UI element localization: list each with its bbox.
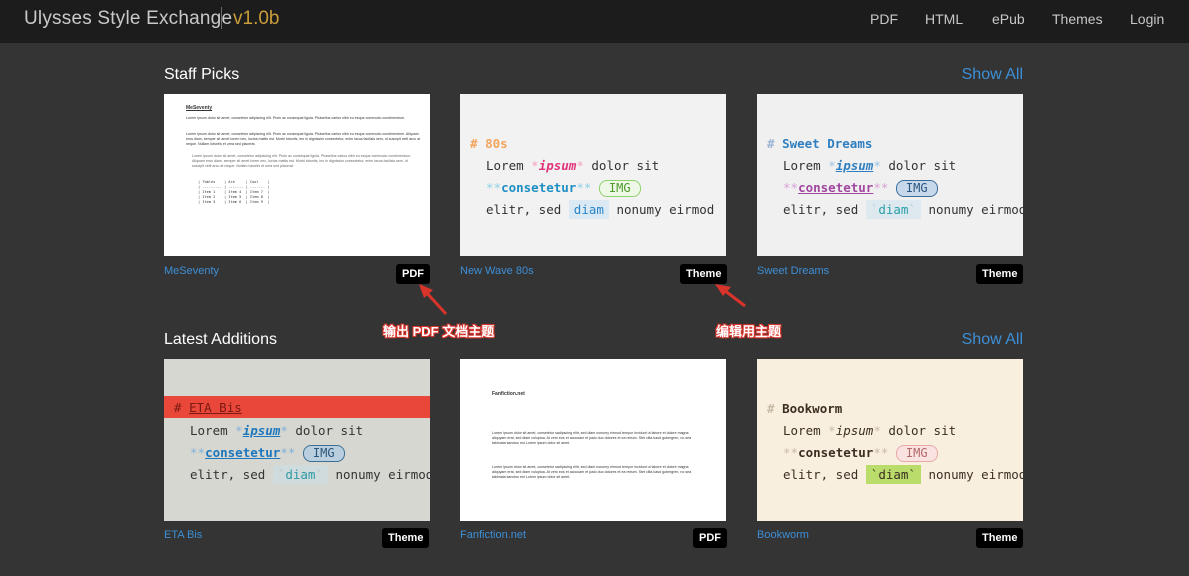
brand-divider — [221, 7, 222, 29]
nav-epub[interactable]: ePub — [992, 11, 1025, 27]
badge-theme: Theme — [976, 264, 1024, 284]
nav-pdf[interactable]: PDF — [870, 11, 898, 27]
annotation-theme-note: 编辑用主题 — [716, 324, 782, 339]
arrow-icon — [715, 284, 731, 296]
badge-pdf: PDF — [693, 528, 727, 548]
theme-preview-sweet-dreams: # Sweet Dreams Lorem *ipsum* dolor sit *… — [767, 136, 1023, 219]
theme-preview-new-wave-80s: # 80s Lorem *ipsum* dolor sit **consetet… — [470, 136, 715, 219]
card-thumbnail-new-wave-80s[interactable]: # 80s Lorem *ipsum* dolor sit **consetet… — [460, 94, 726, 256]
card-thumbnail-fanfiction[interactable]: Fanfiction.net Lorem ipsum dolor sit ame… — [460, 359, 726, 521]
card-name-bookworm[interactable]: Bookworm — [757, 529, 809, 541]
nav-login[interactable]: Login — [1130, 11, 1164, 27]
annotation-pdf-note: 输出 PDF 文档主题 — [383, 324, 495, 339]
badge-theme: Theme — [680, 264, 728, 284]
theme-preview-eta-bis: # ETA Bis Lorem *ipsum* dolor sit **cons… — [164, 359, 430, 521]
card-name-new-wave-80s[interactable]: New Wave 80s — [460, 265, 534, 277]
card-thumbnail-sweet-dreams[interactable]: # Sweet Dreams Lorem *ipsum* dolor sit *… — [757, 94, 1023, 256]
top-navbar: Ulysses Style Exchange v1.0b PDF HTML eP… — [0, 0, 1189, 43]
nav-themes[interactable]: Themes — [1052, 11, 1103, 27]
card-name-meseventy[interactable]: MeSeventy — [164, 265, 219, 277]
pdf-preview-fanfiction: Fanfiction.net Lorem ipsum dolor sit ame… — [460, 359, 726, 521]
site-brand[interactable]: Ulysses Style Exchange — [24, 8, 232, 30]
nav-html[interactable]: HTML — [925, 11, 963, 27]
card-thumbnail-bookworm[interactable]: # Bookworm Lorem *ipsum* dolor sit **con… — [757, 359, 1023, 521]
section-title-staff-picks: Staff Picks — [164, 66, 240, 83]
preview-doc-title: Fanfiction.net — [492, 391, 525, 397]
card-name-sweet-dreams[interactable]: Sweet Dreams — [757, 265, 829, 277]
card-name-fanfiction[interactable]: Fanfiction.net — [460, 529, 526, 541]
arrow-icon — [723, 288, 746, 308]
preview-paragraph: Lorem ipsum dolor sit amet, consetetur a… — [186, 132, 421, 146]
preview-doc-title: MeSeventy — [186, 105, 213, 111]
version-label: v1.0b — [233, 8, 280, 29]
show-all-latest-additions-link[interactable]: Show All — [962, 331, 1023, 349]
preview-paragraph: Lorem ipsum dolor sit amet, consetetur a… — [186, 116, 405, 120]
preview-paragraph: Lorem ipsum dolor sit amet, consetetur s… — [492, 431, 692, 445]
pdf-preview-meseventy: MeSeventy Lorem ipsum dolor sit amet, co… — [164, 94, 430, 256]
card-thumbnail-eta-bis[interactable]: # ETA Bis Lorem *ipsum* dolor sit **cons… — [164, 359, 430, 521]
show-all-staff-picks-link[interactable]: Show All — [962, 66, 1023, 84]
preview-table: | Tables | Are | Cool | | --------- | --… — [198, 180, 270, 204]
card-name-eta-bis[interactable]: ETA Bis — [164, 529, 202, 541]
theme-preview-bookworm: # Bookworm Lorem *ipsum* dolor sit **con… — [767, 401, 1023, 484]
card-thumbnail-meseventy[interactable]: MeSeventy Lorem ipsum dolor sit amet, co… — [164, 94, 430, 256]
badge-theme: Theme — [382, 528, 430, 548]
section-title-latest-additions: Latest Additions — [164, 331, 277, 348]
preview-paragraph: Lorem ipsum dolor sit amet, consetetur s… — [492, 465, 692, 479]
badge-theme: Theme — [976, 528, 1024, 548]
badge-pdf: PDF — [396, 264, 430, 284]
arrow-icon — [419, 284, 433, 298]
preview-blockquote: Lorem ipsum dolor sit amet, consetetur a… — [192, 154, 411, 168]
arrow-icon — [424, 290, 448, 316]
